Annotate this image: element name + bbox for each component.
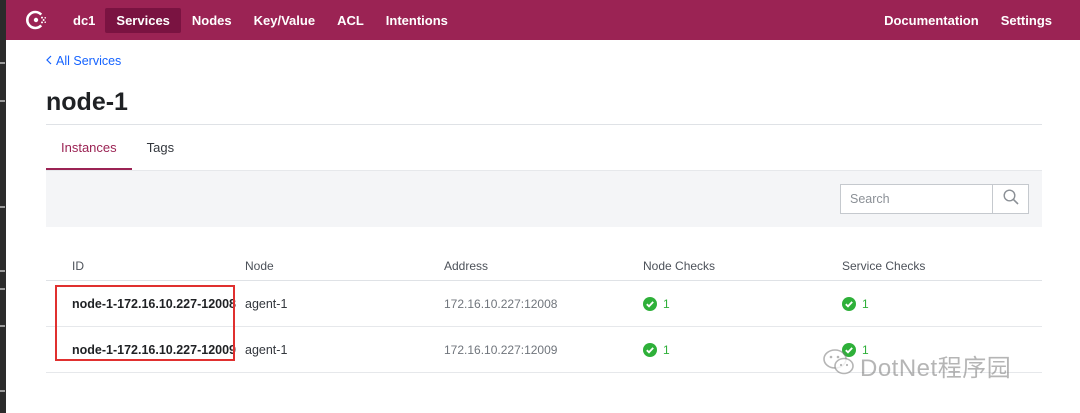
nav-nodes[interactable]: Nodes — [181, 8, 243, 33]
annotation-highlight-box — [55, 285, 235, 361]
datacenter-selector[interactable]: dc1 — [69, 8, 105, 33]
breadcrumb[interactable]: All Services — [46, 54, 121, 68]
search-button[interactable] — [992, 185, 1028, 213]
column-header-id: ID — [72, 258, 84, 273]
column-header-node: Node — [245, 258, 274, 273]
instance-node: agent-1 — [245, 342, 288, 357]
search-box — [840, 184, 1029, 214]
nav-intentions[interactable]: Intentions — [375, 8, 459, 33]
instance-address: 172.16.10.227:12009 — [444, 342, 558, 357]
table-header: ID Node Address Node Checks Service Chec… — [46, 251, 1042, 281]
nav-settings[interactable]: Settings — [990, 8, 1080, 33]
filter-bar — [46, 171, 1042, 227]
page-title: node-1 — [46, 88, 128, 116]
breadcrumb-all-services[interactable]: All Services — [56, 54, 121, 68]
nav-documentation[interactable]: Documentation — [873, 8, 990, 33]
search-input[interactable] — [841, 185, 992, 213]
column-header-node-checks: Node Checks — [643, 258, 716, 273]
tab-tags[interactable]: Tags — [132, 126, 189, 170]
node-checks-count: 1 — [663, 296, 670, 311]
consul-logo-icon[interactable] — [25, 8, 49, 32]
watermark: DotNet程序园 — [822, 345, 1011, 385]
node-checks-cell: 1 — [643, 296, 842, 311]
service-checks-count: 1 — [862, 296, 869, 311]
background-window-edge — [0, 0, 6, 413]
wechat-icon — [822, 347, 860, 384]
service-checks-cell: 1 — [842, 296, 1042, 311]
top-navigation: dc1 Services Nodes Key/Value ACL Intenti… — [6, 0, 1080, 40]
watermark-text: DotNet程序园 — [860, 354, 1012, 382]
check-passing-icon — [643, 296, 657, 311]
node-checks-count: 1 — [663, 342, 670, 357]
tab-instances[interactable]: Instances — [46, 126, 132, 170]
nav-services[interactable]: Services — [105, 7, 181, 33]
nav-acl[interactable]: ACL — [326, 8, 375, 33]
node-checks-cell: 1 — [643, 342, 842, 357]
column-header-service-checks: Service Checks — [842, 258, 926, 273]
check-passing-icon — [842, 296, 856, 311]
column-header-address: Address — [444, 258, 489, 273]
nav-key-value[interactable]: Key/Value — [243, 8, 326, 33]
instance-address: 172.16.10.227:12008 — [444, 296, 558, 311]
title-divider — [46, 124, 1042, 125]
tab-bar: Instances Tags — [46, 126, 1042, 171]
search-icon — [1002, 188, 1019, 210]
check-passing-icon — [643, 342, 657, 357]
chevron-left-icon — [46, 54, 52, 68]
instance-node: agent-1 — [245, 296, 288, 311]
